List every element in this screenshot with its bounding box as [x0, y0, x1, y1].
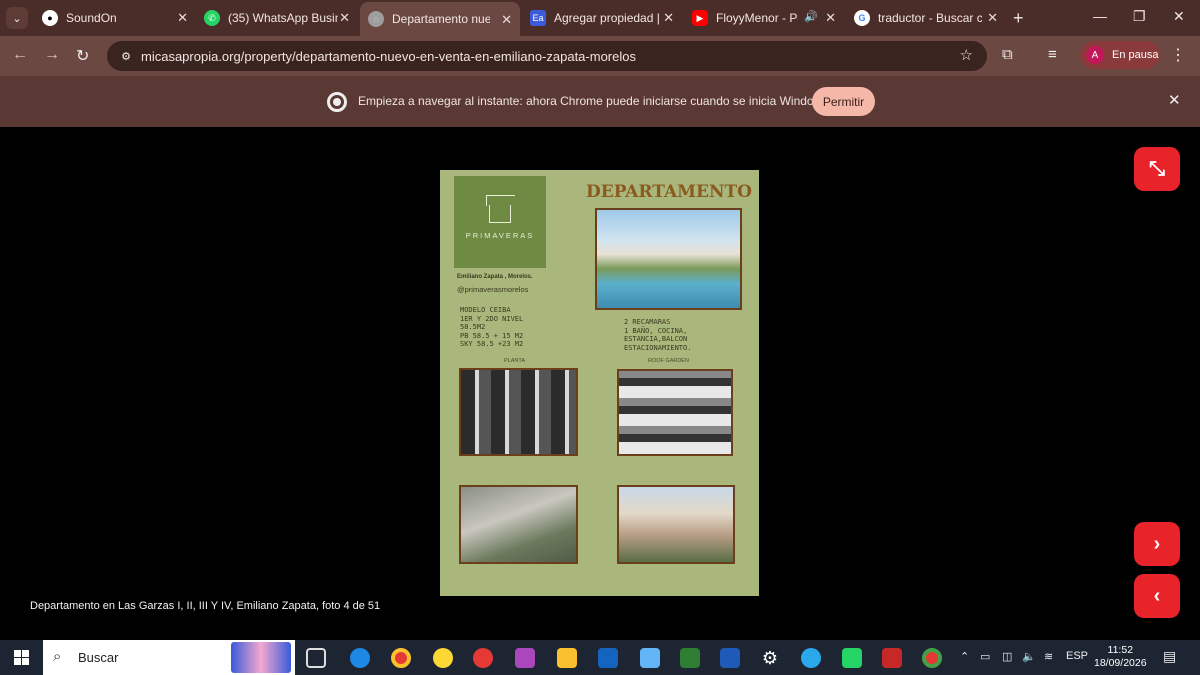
- back-arrow-icon[interactable]: ←: [12, 46, 28, 64]
- close-icon[interactable]: ✕: [825, 10, 836, 26]
- previous-photo-button[interactable]: ‹: [1134, 574, 1180, 618]
- system-clock[interactable]: 11:52 18/09/2026: [1094, 644, 1147, 670]
- next-photo-button[interactable]: ›: [1134, 522, 1180, 566]
- floor-plan-image: [459, 368, 578, 456]
- tab-strip: ⌄ ● SoundOn ✕ ✆ (35) WhatsApp Business ✕…: [0, 0, 1200, 36]
- edge-icon[interactable]: [350, 648, 370, 668]
- flyer-title: DEPARTAMENTO: [586, 182, 752, 202]
- building-photo: [617, 485, 735, 564]
- close-icon[interactable]: ✕: [663, 10, 674, 26]
- telegram-icon[interactable]: [801, 648, 821, 668]
- word-icon[interactable]: [720, 648, 740, 668]
- close-icon[interactable]: ✕: [987, 10, 998, 26]
- ea-icon: Ea: [530, 10, 546, 26]
- close-icon[interactable]: ✕: [339, 10, 350, 26]
- browser-toolbar: ← → ↻ ⚙ micasapropia.org/property/depart…: [0, 36, 1200, 76]
- handle-text: @primaverasmorelos: [457, 285, 529, 294]
- chrome-icon[interactable]: [391, 648, 411, 668]
- search-icon: ⌕: [53, 648, 62, 665]
- close-icon[interactable]: ✕: [1168, 91, 1181, 109]
- mcafee-icon[interactable]: [882, 648, 902, 668]
- brand-logo: PRIMAVERAS: [454, 176, 546, 268]
- soundon-icon: ●: [42, 10, 58, 26]
- tab-youtube[interactable]: ▶ FloyyMenor - Peli 🔊 ✕: [684, 0, 844, 36]
- roof-label: ROOF GARDEN: [648, 358, 689, 364]
- file-explorer-icon[interactable]: [557, 648, 577, 668]
- chrome-infobar: Empieza a navegar al instante: ahora Chr…: [0, 76, 1200, 127]
- language-indicator[interactable]: ESP: [1066, 650, 1088, 662]
- property-photo: PRIMAVERAS DEPARTAMENTO Emiliano Zapata …: [440, 170, 759, 596]
- location-text: Emiliano Zapata , Morelos.: [457, 274, 533, 280]
- permit-button[interactable]: Permitir: [812, 87, 875, 116]
- chrome-icon: [327, 92, 347, 112]
- exit-fullscreen-icon: ⤡: [1149, 157, 1165, 180]
- opera-icon[interactable]: [473, 648, 493, 668]
- model-info: MODELO CEIBA 1ER Y 2DO NIVEL 58.5M2 PB 5…: [460, 306, 524, 348]
- excel-icon[interactable]: [680, 648, 700, 668]
- profile-button[interactable]: A En pausa: [1080, 41, 1160, 69]
- youtube-icon: ▶: [692, 10, 708, 26]
- tab-departamento[interactable]: ◌ Departamento nuevo ✕: [360, 2, 520, 36]
- tab-search-button[interactable]: ⌄: [6, 7, 28, 29]
- battery-icon[interactable]: ▭: [980, 650, 990, 663]
- google-icon: G: [854, 10, 870, 26]
- device-icon[interactable]: ◫: [1002, 650, 1012, 663]
- photos-icon[interactable]: [640, 648, 660, 668]
- speaker-icon[interactable]: 🔊: [804, 10, 818, 23]
- photo-caption: Departamento en Las Garzas I, II, III Y …: [30, 600, 381, 612]
- reload-icon[interactable]: ↻: [76, 46, 89, 66]
- address-bar[interactable]: ⚙ micasapropia.org/property/departamento…: [107, 41, 987, 71]
- volume-icon[interactable]: 🔈: [1022, 650, 1036, 663]
- close-icon[interactable]: ✕: [501, 12, 512, 28]
- pool-photo: [595, 208, 742, 310]
- notifications-icon[interactable]: ▤: [1163, 648, 1176, 665]
- tab-agregar-propiedad[interactable]: Ea Agregar propiedad | ✕: [522, 0, 682, 36]
- plan-label: PLANTA: [504, 358, 525, 364]
- whatsapp-icon[interactable]: [842, 648, 862, 668]
- windows-taskbar: ⌕ Buscar ⚙ ⌃ ▭ ◫ 🔈 ≋ ESP 11:52 18/09/202…: [0, 640, 1200, 675]
- forward-arrow-icon[interactable]: →: [44, 46, 60, 64]
- browser-app-icon[interactable]: [433, 648, 453, 668]
- close-icon[interactable]: ✕: [177, 10, 188, 26]
- url-text[interactable]: micasapropia.org/property/departamento-n…: [141, 49, 636, 64]
- chevron-right-icon: ›: [1153, 532, 1161, 555]
- minimize-button[interactable]: —: [1093, 8, 1107, 24]
- new-tab-button[interactable]: +: [1013, 8, 1024, 29]
- window-close-button[interactable]: ✕: [1173, 8, 1185, 25]
- search-highlight-image: [231, 642, 291, 673]
- whatsapp-icon: ✆: [204, 10, 220, 26]
- extensions-icon[interactable]: ⧉: [1002, 46, 1013, 63]
- exit-fullscreen-button[interactable]: ⤡: [1134, 147, 1180, 191]
- snip-tool-icon[interactable]: [515, 648, 535, 668]
- tab-whatsapp[interactable]: ✆ (35) WhatsApp Business ✕: [196, 0, 358, 36]
- aerial-photo: [459, 485, 578, 564]
- chevron-left-icon: ‹: [1153, 584, 1161, 607]
- site-info-icon[interactable]: ⚙: [117, 47, 135, 65]
- wifi-icon[interactable]: ≋: [1044, 650, 1053, 663]
- infobar-message: Empieza a navegar al instante: ahora Chr…: [358, 94, 832, 108]
- outlook-icon[interactable]: [598, 648, 618, 668]
- house-icon: [489, 204, 511, 223]
- restore-button[interactable]: ❐: [1133, 8, 1146, 25]
- task-view-icon[interactable]: [306, 648, 326, 668]
- windows-start-button[interactable]: [14, 650, 29, 665]
- media-control-icon[interactable]: ≡: [1048, 46, 1057, 63]
- taskbar-search[interactable]: ⌕ Buscar: [43, 640, 295, 675]
- bookmark-star-icon[interactable]: ☆: [960, 46, 973, 64]
- chrome-active-icon[interactable]: [922, 648, 942, 668]
- tab-soundon[interactable]: ● SoundOn ✕: [34, 0, 196, 36]
- menu-kebab-icon[interactable]: ⋮: [1170, 45, 1186, 65]
- features-info: 2 RECAMARAS 1 BAÑO, COCINA, ESTANCIA,BAL…: [624, 318, 692, 352]
- avatar: A: [1086, 46, 1104, 64]
- tab-traductor[interactable]: G traductor - Buscar con ✕: [846, 0, 1006, 36]
- settings-gear-icon[interactable]: ⚙: [760, 648, 780, 668]
- roof-garden-plan-image: [617, 369, 733, 456]
- chevron-up-icon[interactable]: ⌃: [960, 650, 969, 663]
- globe-icon: ◌: [368, 11, 384, 27]
